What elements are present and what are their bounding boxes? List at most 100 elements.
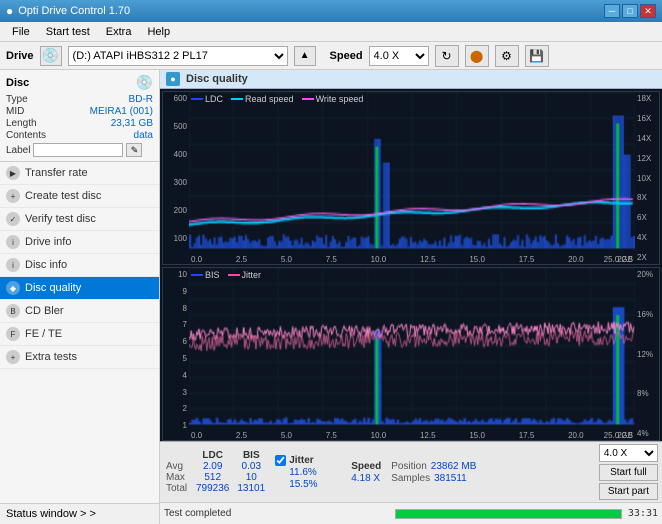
sidebar-label-extra-tests: Extra tests [25, 351, 77, 363]
sidebar-label-transfer-rate: Transfer rate [25, 167, 88, 179]
app-icon: ● [6, 4, 13, 18]
drive-select[interactable]: (D:) ATAPI iHBS312 2 PL17 [68, 46, 288, 66]
length-value: 23,31 GB [111, 118, 153, 129]
max-ldc: 512 [192, 472, 233, 483]
sidebar-item-fe-te[interactable]: F FE / TE [0, 323, 159, 346]
drive-bar: Drive 💿 (D:) ATAPI iHBS312 2 PL17 ▲ Spee… [0, 42, 662, 70]
disc-quality-header-icon: ● [166, 72, 180, 86]
label-edit-button[interactable]: ✎ [126, 143, 142, 157]
status-window-button[interactable]: Status window > > [0, 503, 159, 524]
max-jitter: 15.5% [275, 479, 345, 490]
status-window-label: Status window > > [6, 508, 96, 520]
title-controls: ─ □ ✕ [604, 4, 656, 18]
menu-extra[interactable]: Extra [98, 24, 140, 40]
samples-value: 381511 [434, 473, 467, 484]
sidebar-item-extra-tests[interactable]: + Extra tests [0, 346, 159, 369]
content-area: ● Disc quality 600 500 400 300 200 100 [160, 70, 662, 524]
mid-label: MID [6, 106, 24, 117]
menu-bar: File Start test Extra Help [0, 22, 662, 42]
save-button[interactable]: 💾 [525, 45, 549, 67]
sidebar: Disc 💿 Type BD-R MID MEIRA1 (001) Length… [0, 70, 160, 524]
drive-info-icon: i [6, 235, 20, 249]
transfer-rate-icon: ▶ [6, 166, 20, 180]
avg-jitter: 11.6% [275, 467, 345, 478]
sidebar-item-transfer-rate[interactable]: ▶ Transfer rate [0, 162, 159, 185]
position-value: 23862 MB [431, 461, 477, 472]
eject-button[interactable]: ▲ [294, 46, 316, 66]
position-label: Position [391, 461, 427, 472]
disc-quality-icon: ◆ [6, 281, 20, 295]
jitter-checkbox[interactable] [275, 455, 286, 466]
bottom-bar: Test completed 33:31 [160, 502, 662, 524]
read-speed-legend: Read speed [245, 94, 294, 104]
disc-quality-title: Disc quality [186, 73, 248, 85]
title-bar: ● Opti Drive Control 1.70 ─ □ ✕ [0, 0, 662, 22]
bis-legend: BIS [205, 270, 220, 280]
menu-file[interactable]: File [4, 24, 38, 40]
menu-start-test[interactable]: Start test [38, 24, 98, 40]
sidebar-label-verify-test-disc: Verify test disc [25, 213, 96, 225]
jitter-legend: Jitter [242, 270, 262, 280]
time-display: 33:31 [628, 508, 658, 519]
mid-value: MEIRA1 (001) [90, 106, 153, 117]
write-speed-legend: Write speed [316, 94, 364, 104]
maximize-button[interactable]: □ [622, 4, 638, 18]
total-bis: 13101 [233, 483, 269, 494]
speed-label: Speed [330, 50, 363, 62]
menu-help[interactable]: Help [139, 24, 178, 40]
progress-fill [396, 510, 621, 518]
speed-select[interactable]: 4.0 X [369, 46, 429, 66]
ldc-column-header: LDC [192, 450, 233, 461]
sidebar-item-drive-info[interactable]: i Drive info [0, 231, 159, 254]
app-title: Opti Drive Control 1.70 [18, 5, 130, 17]
disc-info-icon: i [6, 258, 20, 272]
label-input[interactable] [33, 143, 123, 157]
type-value: BD-R [129, 94, 153, 105]
burn-button[interactable]: ⬤ [465, 45, 489, 67]
speed-col-header: Speed [351, 461, 381, 472]
sidebar-label-create-test-disc: Create test disc [25, 190, 101, 202]
sidebar-item-verify-test-disc[interactable]: ✓ Verify test disc [0, 208, 159, 231]
create-test-disc-icon: + [6, 189, 20, 203]
fe-te-icon: F [6, 327, 20, 341]
status-text: Test completed [164, 508, 389, 519]
stats-table: LDC BIS Avg 2.09 0.03 Max 512 10 Total 7… [164, 450, 269, 494]
sidebar-label-drive-info: Drive info [25, 236, 71, 248]
refresh-button[interactable]: ↻ [435, 45, 459, 67]
sidebar-item-disc-quality[interactable]: ◆ Disc quality [0, 277, 159, 300]
sidebar-item-create-test-disc[interactable]: + Create test disc [0, 185, 159, 208]
extra-tests-icon: + [6, 350, 20, 364]
sidebar-label-cd-bler: CD Bler [25, 305, 64, 317]
close-button[interactable]: ✕ [640, 4, 656, 18]
type-label: Type [6, 94, 28, 105]
sidebar-item-cd-bler[interactable]: B CD Bler [0, 300, 159, 323]
sidebar-label-fe-te: FE / TE [25, 328, 62, 340]
avg-row-label: Avg [164, 461, 192, 472]
contents-label: Contents [6, 130, 46, 141]
settings-button[interactable]: ⚙ [495, 45, 519, 67]
disc-panel: Disc 💿 Type BD-R MID MEIRA1 (001) Length… [0, 70, 159, 162]
sidebar-label-disc-quality: Disc quality [25, 282, 81, 294]
ldc-legend: LDC [205, 94, 223, 104]
contents-value: data [134, 130, 153, 141]
main-layout: Disc 💿 Type BD-R MID MEIRA1 (001) Length… [0, 70, 662, 524]
total-ldc: 799236 [192, 483, 233, 494]
bis-column-header: BIS [233, 450, 269, 461]
start-full-button[interactable]: Start full [599, 464, 658, 481]
jitter-col-header: Jitter [289, 455, 313, 466]
avg-speed: 4.18 X [351, 473, 381, 484]
sidebar-label-disc-info: Disc info [25, 259, 67, 271]
start-part-button[interactable]: Start part [599, 483, 658, 500]
verify-test-disc-icon: ✓ [6, 212, 20, 226]
samples-label: Samples [391, 473, 430, 484]
max-bis: 10 [233, 472, 269, 483]
avg-ldc: 2.09 [192, 461, 233, 472]
disc-quality-header: ● Disc quality [160, 70, 662, 89]
sidebar-item-disc-info[interactable]: i Disc info [0, 254, 159, 277]
drive-icon: 💿 [40, 46, 62, 66]
speed-select-stats[interactable]: 4.0 X [599, 444, 658, 462]
minimize-button[interactable]: ─ [604, 4, 620, 18]
total-row-label: Total [164, 483, 192, 494]
drive-label: Drive [6, 50, 34, 62]
disc-panel-icon: 💿 [136, 74, 153, 91]
